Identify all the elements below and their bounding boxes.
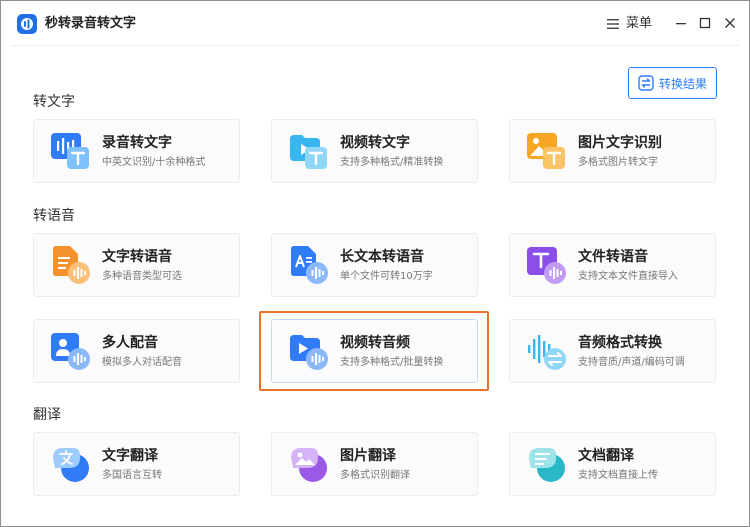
- card-long-text-to-speech[interactable]: 长文本转语音 单个文件可转10万字: [271, 233, 478, 297]
- card-subtitle: 多格式识别翻译: [340, 470, 410, 481]
- card-subtitle: 多种语音类型可选: [102, 271, 182, 282]
- card-image-translate[interactable]: 图片翻译 多格式识别翻译: [271, 432, 478, 496]
- close-icon: [725, 18, 735, 28]
- title-bar: 秒转录音转文字 菜单: [1, 1, 749, 45]
- waveform-text-icon: [51, 133, 89, 169]
- hamburger-icon: [607, 19, 619, 29]
- card-video-to-text[interactable]: 视频转文字 支持多种格式/精准转换: [271, 119, 478, 183]
- card-subtitle: 模拟多人对话配音: [102, 357, 182, 368]
- card-subtitle: 中英文识别/十余种格式: [102, 157, 206, 168]
- card-subtitle: 支持多种格式/批量转换: [340, 357, 444, 368]
- card-audio-format-convert[interactable]: 音频格式转换 支持音质/声道/编码可调: [509, 319, 716, 383]
- image-translate-icon: [291, 448, 327, 482]
- card-text-to-speech[interactable]: 文字转语音 多种语音类型可选: [33, 233, 240, 297]
- main-content: 转换结果 转文字 转语音 翻译 录音转文字 中英文识别/十余种格式 视频转文字 …: [11, 45, 739, 518]
- maximize-button[interactable]: [697, 15, 713, 31]
- card-image-ocr[interactable]: 图片文字识别 多格式图片转文字: [509, 119, 716, 183]
- menu-label: 菜单: [626, 16, 653, 31]
- card-subtitle: 支持文本文件直接导入: [578, 271, 678, 282]
- card-multi-person-dubbing[interactable]: 多人配音 模拟多人对话配音: [33, 319, 240, 383]
- section-title-translate: 翻译: [33, 407, 61, 423]
- conversion-results-label: 转换结果: [658, 76, 707, 91]
- menu-button[interactable]: 菜单: [606, 15, 652, 33]
- exchange-icon: [638, 75, 654, 91]
- card-title: 长文本转语音: [340, 249, 424, 265]
- file-voice-icon: [527, 247, 566, 284]
- long-text-voice-icon: [291, 246, 328, 284]
- section-title-to-speech: 转语音: [33, 208, 75, 224]
- multi-person-voice-icon: [51, 333, 90, 370]
- maximize-icon: [699, 17, 711, 29]
- card-video-to-audio[interactable]: 视频转音频 支持多种格式/批量转换: [271, 319, 478, 383]
- video-text-icon: [290, 135, 327, 169]
- section-title-to-text: 转文字: [33, 94, 75, 110]
- card-title: 文档翻译: [578, 448, 634, 464]
- card-text-translate[interactable]: 文字翻译 多国语言互转: [33, 432, 240, 496]
- card-file-to-speech[interactable]: 文件转语音 支持文本文件直接导入: [509, 233, 716, 297]
- card-title: 文字转语音: [102, 249, 172, 265]
- audio-convert-icon: [528, 335, 566, 370]
- video-audio-icon: [290, 335, 328, 370]
- card-subtitle: 多格式图片转文字: [578, 157, 658, 168]
- document-voice-icon: [53, 246, 90, 284]
- conversion-results-button[interactable]: 转换结果: [628, 67, 717, 99]
- image-text-icon: [527, 133, 565, 169]
- app-window: 秒转录音转文字 菜单 转换结果 转文字 转语音 翻译 录音转文字 中英文识别/十…: [0, 0, 750, 527]
- card-document-translate[interactable]: 文档翻译 支持文档直接上传: [509, 432, 716, 496]
- app-logo-icon: [17, 14, 37, 34]
- card-title: 图片文字识别: [578, 135, 662, 151]
- card-title: 文件转语音: [578, 249, 648, 265]
- card-title: 视频转音频: [340, 335, 410, 351]
- card-subtitle: 支持音质/声道/编码可调: [578, 357, 685, 368]
- card-title: 音频格式转换: [578, 335, 662, 351]
- card-title: 图片翻译: [340, 448, 396, 464]
- card-title: 录音转文字: [102, 135, 172, 151]
- close-button[interactable]: [722, 15, 738, 31]
- card-audio-to-text[interactable]: 录音转文字 中英文识别/十余种格式: [33, 119, 240, 183]
- card-subtitle: 支持多种格式/精准转换: [340, 157, 444, 168]
- text-translate-icon: [53, 448, 89, 482]
- card-title: 多人配音: [102, 335, 158, 351]
- card-subtitle: 单个文件可转10万字: [340, 271, 433, 282]
- document-translate-icon: [529, 448, 565, 482]
- card-subtitle: 支持文档直接上传: [578, 470, 658, 481]
- app-title: 秒转录音转文字: [45, 16, 137, 31]
- minimize-button[interactable]: [673, 15, 689, 31]
- card-subtitle: 多国语言互转: [102, 470, 162, 481]
- minimize-icon: [676, 23, 686, 25]
- card-title: 文字翻译: [102, 448, 158, 464]
- card-title: 视频转文字: [340, 135, 410, 151]
